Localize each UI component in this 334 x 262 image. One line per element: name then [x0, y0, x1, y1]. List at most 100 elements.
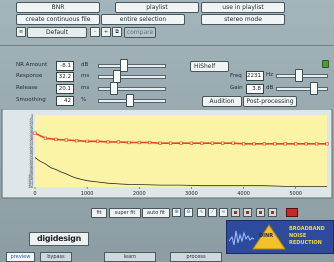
gain-slider[interactable]	[276, 87, 328, 91]
noise-profile-handle[interactable]	[33, 131, 37, 135]
noise-profile-handle[interactable]	[200, 141, 204, 145]
noise-profile-handle[interactable]	[210, 141, 214, 145]
x-tick-label: 5000	[289, 191, 302, 197]
noise-profile-handle[interactable]	[283, 142, 287, 146]
noise-profile-handle[interactable]	[158, 141, 162, 145]
nr-amount-value[interactable]: -8.1	[56, 61, 74, 71]
eq-enable-led[interactable]	[322, 60, 329, 68]
noise-profile-handle[interactable]	[54, 137, 58, 142]
noise-profile-handle[interactable]	[75, 139, 79, 143]
product-name: BROADBAND NOISE REDUCTION	[289, 226, 325, 247]
noise-profile-handle[interactable]	[169, 141, 173, 145]
draw-line-icon[interactable]: ⁄	[208, 208, 217, 217]
preset-copy-button[interactable]: ⧉	[112, 27, 122, 37]
noise-profile-handle[interactable]	[252, 142, 256, 146]
noise-profile-handle[interactable]	[43, 136, 47, 140]
noise-profile-handle[interactable]	[116, 140, 120, 144]
compare-button[interactable]: compare	[124, 27, 156, 38]
record-button-4-icon[interactable]	[268, 208, 277, 217]
release-unit: ms	[81, 85, 90, 91]
gain-slider-thumb[interactable]	[310, 82, 318, 95]
freq-label: Freq	[230, 73, 242, 79]
product-name-line1: BROADBAND	[289, 226, 325, 232]
smoothing-label: Smoothing	[16, 97, 46, 103]
divider	[0, 45, 334, 46]
response-label: Response	[16, 73, 43, 79]
response-value[interactable]: 32.2	[56, 72, 74, 82]
noise-profile-handle[interactable]	[314, 142, 319, 146]
gain-value[interactable]: 3.8	[246, 84, 264, 94]
noise-profile-handle[interactable]	[106, 140, 110, 144]
smooth-curve-icon[interactable]: ≈	[219, 208, 228, 217]
noise-profile-handle[interactable]	[85, 139, 89, 143]
noise-profile-handle[interactable]	[273, 142, 277, 146]
chart-plot-area	[35, 115, 327, 187]
super-fit-button[interactable]: super fit	[109, 208, 141, 218]
dinr-logo: DINR BROADBAND NOISE REDUCTION	[226, 220, 334, 254]
stereo-mode-button[interactable]: stereo mode	[201, 14, 285, 25]
x-tick-label: 1000	[81, 191, 94, 197]
preset-plus-button[interactable]: +	[101, 27, 111, 37]
zoom-in-icon[interactable]: ⊕	[172, 208, 181, 217]
noise-profile-handle[interactable]	[127, 140, 131, 145]
response-slider[interactable]	[98, 75, 166, 79]
noise-profile-handle[interactable]	[189, 141, 194, 145]
fit-button[interactable]: fit	[91, 208, 107, 218]
noise-profile-handle[interactable]	[294, 142, 298, 146]
noise-profile-handle[interactable]	[262, 142, 267, 146]
release-slider-thumb[interactable]	[110, 82, 118, 95]
playlist-button[interactable]: playlist	[115, 2, 199, 13]
record-button-1-icon[interactable]	[231, 208, 240, 217]
noise-profile-handle[interactable]	[325, 142, 329, 146]
tab-preview[interactable]: preview	[6, 252, 35, 262]
draw-curve-icon[interactable]: ∿	[197, 208, 206, 217]
nr-amount-slider[interactable]	[98, 64, 166, 68]
release-value[interactable]: 20.1	[56, 84, 74, 94]
x-tick-label: 4000	[237, 191, 250, 197]
x-tick-label: 2000	[133, 191, 146, 197]
freq-value[interactable]: 2231	[246, 71, 264, 81]
product-name-line2: NOISE	[289, 233, 307, 239]
smoothing-slider-thumb[interactable]	[126, 94, 134, 107]
create-continuous-file-button[interactable]: create continuous file	[16, 14, 100, 25]
record-button-3-icon[interactable]	[256, 208, 265, 217]
tab-process[interactable]: process	[170, 252, 222, 262]
product-name-line3: REDUCTION	[289, 240, 322, 246]
zoom-out-icon[interactable]: ⊖	[184, 208, 193, 217]
tab-learn[interactable]: learn	[104, 252, 156, 262]
preset-minus-button[interactable]: -	[90, 27, 100, 37]
noise-profile-handle[interactable]	[304, 142, 308, 146]
bnr-button[interactable]: BNR	[16, 2, 100, 13]
post-processing-button[interactable]: Post-processing	[243, 96, 297, 107]
nr-amount-slider-thumb[interactable]	[120, 59, 128, 72]
preset-menu-icon[interactable]: ≡	[16, 27, 26, 37]
stop-icon[interactable]	[286, 208, 298, 217]
chart-y-ticks: -5-8-15-21-24-27-30-33-36-39-42-45-48-51…	[28, 114, 34, 189]
smoothing-value[interactable]: 42	[56, 96, 74, 106]
filter-type-selector[interactable]: HiShelf	[190, 61, 229, 72]
tab-bypass[interactable]: bypass	[40, 252, 72, 262]
release-slider[interactable]	[98, 87, 166, 91]
noise-spectrum-chart[interactable]: -5-8-15-21-24-27-30-33-36-39-42-45-48-51…	[0, 109, 334, 199]
noise-profile-handle[interactable]	[137, 140, 141, 145]
noise-profile-handle[interactable]	[242, 142, 246, 146]
record-button-2-icon[interactable]	[243, 208, 252, 217]
noise-profile-handle[interactable]	[221, 141, 225, 145]
dinr-plugin-window: BNR playlist use in playlist create cont…	[0, 0, 334, 262]
gain-unit: dB	[266, 85, 274, 91]
audition-button[interactable]: Audition	[202, 96, 242, 107]
freq-unit: Hz	[266, 72, 274, 78]
entire-selection-button[interactable]: entire selection	[101, 14, 185, 25]
noise-profile-handle[interactable]	[96, 139, 100, 143]
release-label: Release	[16, 85, 38, 91]
auto-fit-button[interactable]: auto fit	[142, 208, 170, 218]
noise-profile-handle[interactable]	[231, 141, 235, 145]
preset-selector[interactable]: Default	[27, 27, 87, 38]
dinr-label: DINR	[259, 233, 274, 239]
noise-profile-handle[interactable]	[179, 141, 183, 145]
noise-profile-handle[interactable]	[64, 138, 68, 142]
noise-profile-handle[interactable]	[148, 140, 152, 145]
use-in-playlist-button[interactable]: use in playlist	[201, 2, 285, 13]
response-unit: ms	[81, 73, 90, 79]
freq-slider-thumb[interactable]	[295, 69, 303, 82]
